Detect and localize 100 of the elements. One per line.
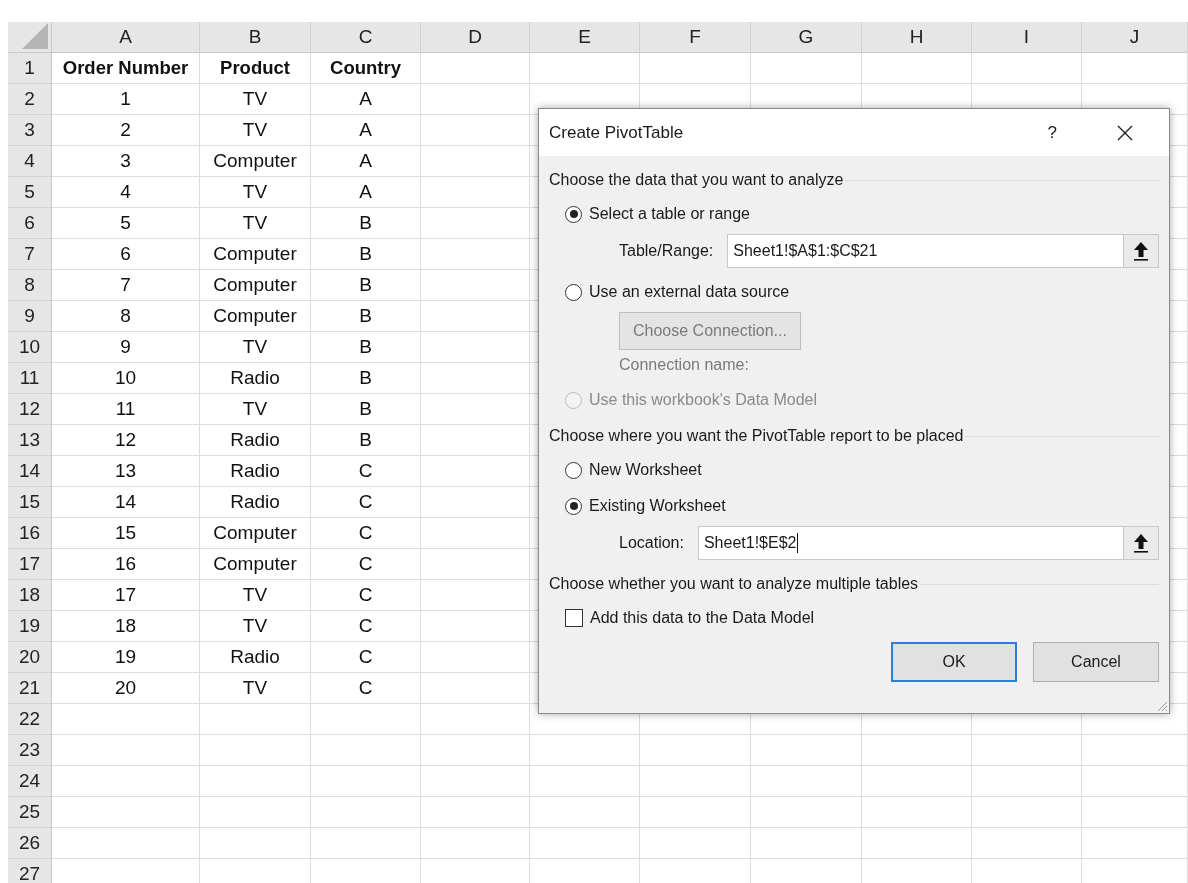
table-cell: 8 (52, 301, 200, 332)
table-cell: TV (200, 208, 311, 239)
table-cell: C (311, 673, 421, 704)
section-heading: Choose whether you want to analyze multiple tables (549, 575, 919, 593)
radio-label[interactable]: Existing Worksheet (589, 497, 726, 515)
table-cell: Country (311, 53, 421, 84)
field-label: Table/Range: (619, 242, 714, 260)
row-header[interactable]: 4 (8, 146, 52, 177)
row-header[interactable]: 25 (8, 797, 52, 828)
table-cell: B (311, 208, 421, 239)
table-cell: 3 (52, 146, 200, 177)
radio-button[interactable] (565, 497, 582, 515)
row-header[interactable]: 9 (8, 301, 52, 332)
row-header[interactable]: 2 (8, 84, 52, 115)
row-header[interactable]: 27 (8, 859, 52, 883)
table-cell: B (311, 363, 421, 394)
table-cell: B (311, 394, 421, 425)
table-cell: 19 (52, 642, 200, 673)
up-arrow-icon (1133, 241, 1149, 261)
collapse-dialog-button[interactable] (1123, 234, 1159, 268)
row-header[interactable]: 3 (8, 115, 52, 146)
row-header[interactable]: 19 (8, 611, 52, 642)
field-label: Location: (619, 534, 684, 552)
table-cell: 2 (52, 115, 200, 146)
table-cell: TV (200, 332, 311, 363)
row-header[interactable]: 24 (8, 766, 52, 797)
table-cell: C (311, 611, 421, 642)
resize-grip-icon[interactable] (1156, 700, 1168, 712)
table-cell: Radio (200, 425, 311, 456)
radio-label[interactable]: Use an external data source (589, 283, 790, 301)
row-header[interactable]: 16 (8, 518, 52, 549)
table-cell: C (311, 580, 421, 611)
help-button[interactable]: ? (1039, 118, 1065, 147)
column-header[interactable]: A (52, 22, 200, 53)
table-cell: TV (200, 84, 311, 115)
row-header[interactable]: 18 (8, 580, 52, 611)
table-cell: C (311, 642, 421, 673)
table-cell: Radio (200, 487, 311, 518)
table-cell: 6 (52, 239, 200, 270)
radio-label[interactable]: Select a table or range (589, 205, 750, 223)
row-header[interactable]: 13 (8, 425, 52, 456)
dialog-button[interactable]: Cancel (1033, 642, 1159, 682)
radio-button[interactable] (565, 283, 582, 301)
table-cell: B (311, 270, 421, 301)
row-header[interactable]: 6 (8, 208, 52, 239)
column-header[interactable]: I (972, 22, 1082, 53)
table-cell: TV (200, 580, 311, 611)
radio-label[interactable]: New Worksheet (589, 461, 702, 479)
row-header[interactable]: 7 (8, 239, 52, 270)
checkbox[interactable] (565, 609, 583, 627)
table-cell: C (311, 456, 421, 487)
column-header[interactable]: G (751, 22, 862, 53)
table-cell: 18 (52, 611, 200, 642)
table-cell: 17 (52, 580, 200, 611)
section-heading: Choose the data that you want to analyze (549, 171, 844, 189)
input-field[interactable]: Sheet1!$E$2 (697, 526, 1123, 560)
row-header[interactable]: 11 (8, 363, 52, 394)
table-cell: TV (200, 394, 311, 425)
table-cell: 15 (52, 518, 200, 549)
column-header[interactable]: E (530, 22, 640, 53)
row-header[interactable]: 20 (8, 642, 52, 673)
table-cell: 16 (52, 549, 200, 580)
table-cell: Computer (200, 239, 311, 270)
row-header[interactable]: 12 (8, 394, 52, 425)
row-header[interactable]: 1 (8, 53, 52, 84)
table-cell: Computer (200, 301, 311, 332)
collapse-dialog-button[interactable] (1123, 526, 1159, 560)
checkbox-label[interactable]: Add this data to the Data Model (590, 609, 815, 627)
table-cell: 9 (52, 332, 200, 363)
section-heading: Choose where you want the PivotTable report to be placed (549, 427, 964, 445)
table-cell: 5 (52, 208, 200, 239)
row-header[interactable]: 22 (8, 704, 52, 735)
table-cell: Product (200, 53, 311, 84)
table-cell: B (311, 239, 421, 270)
table-cell: 12 (52, 425, 200, 456)
row-header[interactable]: 8 (8, 270, 52, 301)
table-cell: Computer (200, 146, 311, 177)
row-header[interactable]: 21 (8, 673, 52, 704)
radio-button[interactable] (565, 461, 582, 479)
window-title: Create PivotTable (549, 122, 685, 143)
table-cell: Radio (200, 456, 311, 487)
table-cell: 4 (52, 177, 200, 208)
row-header[interactable]: 23 (8, 735, 52, 766)
row-header[interactable]: 17 (8, 549, 52, 580)
input-field[interactable]: Sheet1!$A$1:$C$21 (727, 234, 1123, 268)
column-header[interactable]: D (421, 22, 530, 53)
row-header[interactable]: 14 (8, 456, 52, 487)
row-header[interactable]: 26 (8, 828, 52, 859)
row-header[interactable]: 5 (8, 177, 52, 208)
dialog-button[interactable]: OK (891, 642, 1017, 682)
row-header[interactable]: 10 (8, 332, 52, 363)
column-header[interactable]: J (1082, 22, 1188, 53)
column-header[interactable]: B (200, 22, 311, 53)
column-header[interactable]: F (640, 22, 751, 53)
row-header[interactable]: 15 (8, 487, 52, 518)
radio-button[interactable] (565, 205, 582, 223)
table-cell: A (311, 115, 421, 146)
column-header[interactable]: C (311, 22, 421, 53)
table-cell: A (311, 146, 421, 177)
column-header[interactable]: H (862, 22, 972, 53)
